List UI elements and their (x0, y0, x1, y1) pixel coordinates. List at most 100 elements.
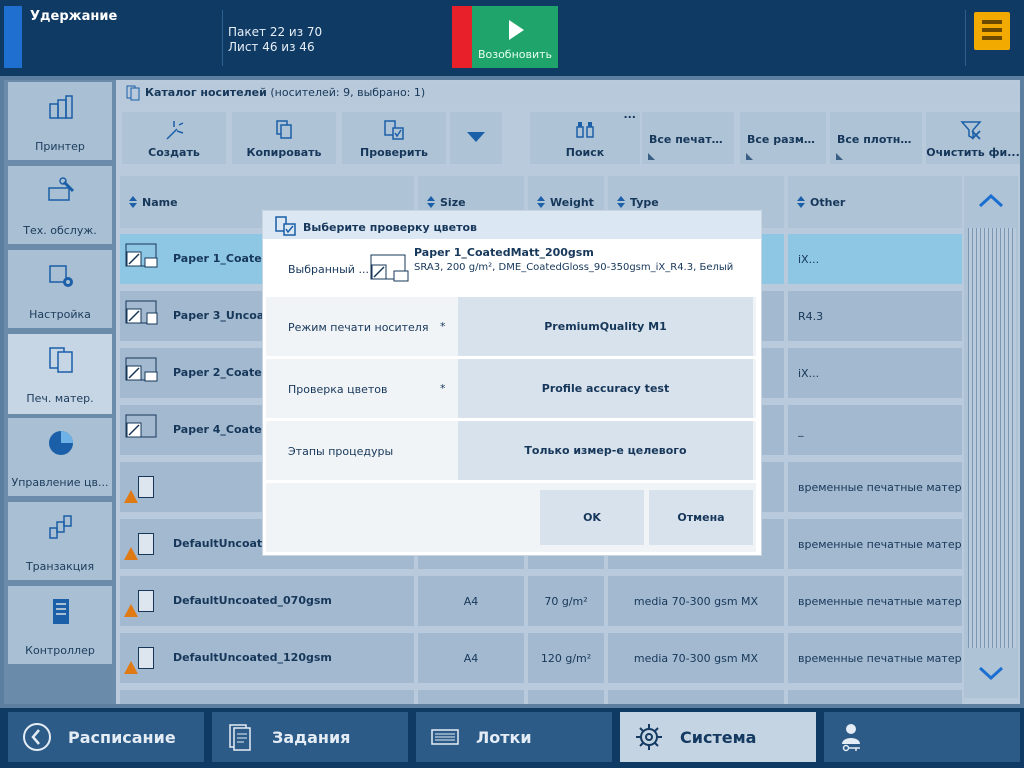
row-name: Paper 3_Uncoat (173, 309, 270, 322)
print-mode-select[interactable]: PremiumQuality M1 (458, 297, 753, 356)
printer-status-title: Удержание (30, 9, 118, 24)
filter-sizes-label: Все размеры (747, 133, 822, 146)
color-check-label: Проверка цветов (288, 383, 388, 396)
tab-label: Расписание (68, 728, 176, 747)
tab-schedule[interactable]: Расписание (8, 712, 204, 762)
job-progress: Пакет 22 из 70 Лист 46 из 46 (228, 25, 322, 55)
sidebar-item-label: Настройка (29, 308, 91, 321)
tab-trays[interactable]: Лотки (416, 712, 612, 762)
ok-label: OK (583, 511, 601, 524)
dropdown-corner-icon (648, 153, 655, 160)
row-other: временные печатные материалы (798, 481, 962, 494)
column-label: Size (440, 196, 466, 209)
sort-icon (617, 196, 625, 208)
table-row[interactable]: DefaultUncoated_070gsm A4 70 g/m² media … (120, 576, 962, 626)
row-other: временные печатные материалы (798, 652, 962, 665)
sidebar-item-controller[interactable]: Контроллер (8, 586, 112, 664)
scroll-down-button[interactable] (964, 648, 1018, 698)
stop-button[interactable] (452, 6, 472, 68)
procedure-steps-row: Этапы процедуры Только измер-е целевого (266, 421, 756, 480)
sparkle-icon (166, 121, 184, 140)
row-other: R4.3 (798, 310, 824, 323)
filter-sizes-dropdown[interactable]: Все размеры (740, 112, 826, 164)
procedure-steps-select[interactable]: Только измер-е целевого (458, 421, 753, 480)
dialog-title: Выберите проверку цветов (303, 221, 477, 234)
catalog-count: (носителей: 9, выбрано: 1) (270, 86, 426, 99)
sidebar-item-printer[interactable]: Принтер (8, 82, 112, 160)
color-management-icon (49, 431, 73, 455)
coated-media-icon (125, 243, 158, 268)
sheet-icon (138, 590, 154, 612)
check-label: Проверить (360, 146, 428, 159)
sidebar-item-media[interactable]: Печ. матер. (8, 334, 112, 414)
selected-media-row: Выбранный ... Paper 1_CoatedMatt_200gsm … (266, 240, 756, 294)
settings-icon (49, 265, 73, 287)
row-other: _ (798, 424, 804, 437)
row-name: Paper 1_Coated (173, 252, 270, 265)
color-check-select[interactable]: Profile accuracy test (458, 359, 753, 418)
trays-icon (431, 729, 459, 745)
sidebar-item-transaction[interactable]: Транзакция (8, 502, 112, 580)
copy-button[interactable]: Копировать (232, 112, 336, 164)
selected-media-details: SRA3, 200 g/m², DME_CoatedGloss_90-350gs… (414, 262, 734, 273)
catalog-header: Каталог носителей (носителей: 9, выбрано… (120, 82, 1020, 104)
filter-media-dropdown[interactable]: Все печатны... (642, 112, 734, 164)
color-check-icon (275, 216, 296, 236)
batch-progress-text: Пакет 22 из 70 (228, 25, 323, 39)
tab-label: Система (680, 728, 757, 747)
scrollbar-track[interactable] (968, 228, 1016, 648)
clear-filter-icon (960, 121, 982, 140)
scroll-up-button[interactable] (964, 176, 1018, 228)
printer-icon (49, 95, 73, 119)
cancel-button[interactable]: Отмена (649, 490, 753, 545)
resume-button[interactable]: Возобновить (472, 6, 558, 68)
dropdown-corner-icon (836, 153, 843, 160)
divider (222, 10, 223, 66)
sidebar-item-color-management[interactable]: Управление цв... (8, 418, 112, 496)
binoculars-icon (576, 122, 594, 138)
tab-jobs[interactable]: Задания (212, 712, 408, 762)
row-other: временные печатные материалы (798, 595, 962, 608)
sidebar-item-label: Печ. матер. (26, 392, 94, 405)
filter-weights-label: Все плотности (837, 133, 918, 146)
tab-user[interactable] (824, 712, 1020, 762)
ok-button[interactable]: OK (540, 490, 644, 545)
server-icon[interactable] (974, 12, 1010, 50)
row-other: iX... (798, 367, 820, 380)
sidebar-item-settings[interactable]: Настройка (8, 250, 112, 328)
chevron-down-icon (467, 132, 485, 142)
table-row[interactable] (120, 690, 962, 704)
clock-icon (23, 723, 51, 751)
clear-filter-label: Очистить фи... (926, 146, 1020, 159)
sidebar-item-label: Принтер (35, 140, 85, 153)
selected-media-label: Выбранный ... (288, 263, 369, 276)
search-label: Поиск (565, 146, 605, 159)
create-button[interactable]: Создать (122, 112, 226, 164)
check-button[interactable]: Проверить (342, 112, 446, 164)
column-header-other[interactable]: Other (788, 176, 962, 228)
required-marker: * (440, 320, 446, 333)
sidebar-item-maintenance[interactable]: Тех. обслуж. (8, 166, 112, 244)
gear-icon (636, 724, 662, 750)
print-mode-row: Режим печати носителя * PremiumQuality M… (266, 297, 756, 356)
sidebar-item-label: Управление цв... (11, 476, 109, 489)
copy-icon (276, 120, 292, 139)
tab-system[interactable]: Система (620, 712, 816, 762)
chevron-down-icon (978, 666, 1004, 680)
warning-icon (124, 547, 138, 560)
coated-media-icon (125, 357, 158, 382)
sort-icon (537, 196, 545, 208)
row-name: Paper 4_Coated (173, 423, 270, 436)
filter-weights-dropdown[interactable]: Все плотности (830, 112, 922, 164)
sheet-icon (138, 476, 154, 498)
warning-icon (124, 490, 138, 503)
clear-filter-button[interactable]: Очистить фи... (926, 112, 1020, 164)
row-name: DefaultUncoated_070gsm (173, 594, 332, 607)
catalog-title-line: Каталог носителей (носителей: 9, выбрано… (145, 86, 425, 99)
table-row[interactable]: DefaultUncoated_120gsm A4 120 g/m² media… (120, 633, 962, 683)
more-options-dots: ... (623, 108, 636, 121)
procedure-steps-label: Этапы процедуры (288, 445, 394, 458)
sheet-icon (138, 647, 154, 669)
search-button[interactable]: ... Поиск (530, 108, 640, 164)
more-dropdown-button[interactable] (450, 112, 502, 164)
